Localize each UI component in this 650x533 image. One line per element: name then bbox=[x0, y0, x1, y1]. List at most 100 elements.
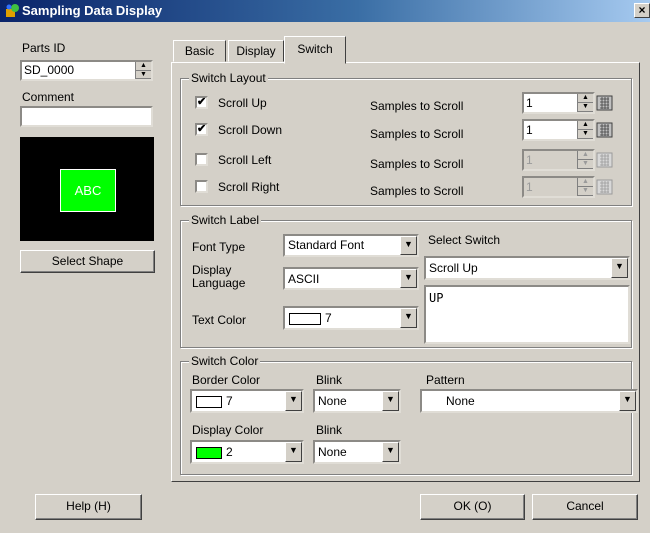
scroll-right-label: Scroll Right bbox=[218, 180, 280, 194]
spin-up-icon[interactable]: ▲ bbox=[578, 151, 593, 160]
comment-label: Comment bbox=[22, 90, 75, 104]
spin-up-icon[interactable]: ▲ bbox=[578, 94, 593, 103]
switch-layout-title: Switch Layout bbox=[189, 71, 268, 85]
border-blink-value: None bbox=[318, 394, 347, 408]
display-language-label: Display Language bbox=[192, 263, 246, 290]
chevron-down-icon[interactable]: ▼ bbox=[400, 308, 417, 328]
chevron-down-icon[interactable]: ▼ bbox=[285, 391, 302, 411]
display-color-value: 2 bbox=[226, 445, 233, 459]
scroll-up-label: Scroll Up bbox=[218, 96, 267, 110]
switch-label-title: Switch Label bbox=[189, 213, 262, 227]
chevron-down-icon[interactable]: ▼ bbox=[400, 269, 417, 288]
spin-down-icon[interactable]: ▼ bbox=[136, 71, 151, 79]
app-icon bbox=[6, 4, 19, 17]
keypad-icon[interactable] bbox=[596, 120, 613, 140]
chevron-down-icon[interactable]: ▼ bbox=[285, 442, 302, 462]
scroll-left-checkbox[interactable] bbox=[195, 153, 208, 166]
parts-id-value: SD_0000 bbox=[24, 63, 75, 77]
scroll-left-spinner[interactable]: ▲ ▼ bbox=[577, 151, 593, 169]
display-language-value: ASCII bbox=[288, 272, 320, 286]
parts-id-field[interactable]: SD_0000 ▲ ▼ bbox=[20, 60, 153, 81]
border-color-label: Border Color bbox=[192, 373, 261, 387]
scroll-down-spinner[interactable]: ▲ ▼ bbox=[577, 121, 593, 139]
spin-up-icon[interactable]: ▲ bbox=[136, 62, 151, 71]
spin-up-icon[interactable]: ▲ bbox=[578, 178, 593, 187]
parts-id-spinner[interactable]: ▲ ▼ bbox=[135, 62, 151, 79]
samples-to-scroll-label: Samples to Scroll bbox=[370, 184, 464, 198]
chevron-down-icon[interactable]: ▼ bbox=[611, 258, 628, 278]
scroll-up-checkbox[interactable]: ✔ bbox=[195, 96, 208, 109]
display-color-label: Display Color bbox=[192, 423, 264, 437]
pattern-value: None bbox=[446, 394, 475, 408]
scroll-right-checkbox[interactable] bbox=[195, 180, 208, 193]
select-switch-label: Select Switch bbox=[428, 233, 501, 247]
comment-field[interactable] bbox=[20, 106, 153, 127]
border-color-dropdown[interactable]: 7 ▼ bbox=[190, 389, 304, 413]
select-switch-value: Scroll Up bbox=[429, 261, 478, 275]
border-color-display: 7 bbox=[196, 394, 233, 408]
chevron-down-icon[interactable]: ▼ bbox=[382, 442, 399, 462]
scroll-left-samples-field[interactable]: 1 ▲ ▼ bbox=[522, 149, 595, 171]
pattern-label: Pattern bbox=[426, 373, 465, 387]
font-type-label: Font Type bbox=[192, 240, 246, 254]
dialog-window: Sampling Data Display × Parts ID SD_0000… bbox=[0, 0, 650, 533]
title-bar[interactable]: Sampling Data Display × bbox=[0, 0, 650, 22]
samples-to-scroll-label: Samples to Scroll bbox=[370, 99, 464, 113]
scroll-down-checkbox[interactable]: ✔ bbox=[195, 123, 208, 136]
keypad-icon[interactable] bbox=[596, 150, 613, 170]
spin-down-icon[interactable]: ▼ bbox=[578, 103, 593, 112]
label-text-value: UP bbox=[429, 291, 444, 305]
chevron-down-icon[interactable]: ▼ bbox=[619, 391, 636, 411]
keypad-icon[interactable] bbox=[596, 93, 613, 113]
help-button[interactable]: Help (H) bbox=[35, 494, 142, 520]
select-shape-button[interactable]: Select Shape bbox=[20, 250, 155, 273]
spin-down-icon[interactable]: ▼ bbox=[578, 160, 593, 169]
close-button[interactable]: × bbox=[634, 3, 650, 18]
text-color-value: 7 bbox=[325, 311, 332, 325]
color-swatch bbox=[196, 395, 222, 408]
blink-label: Blink bbox=[316, 373, 343, 387]
display-color-display: 2 bbox=[196, 445, 233, 459]
display-color-dropdown[interactable]: 2 ▼ bbox=[190, 440, 304, 464]
ok-button[interactable]: OK (O) bbox=[420, 494, 525, 520]
scroll-up-samples-field[interactable]: 1 ▲ ▼ bbox=[522, 92, 595, 114]
text-color-display: 7 bbox=[289, 311, 332, 325]
tab-basic[interactable]: Basic bbox=[173, 40, 226, 62]
spin-up-icon[interactable]: ▲ bbox=[578, 121, 593, 130]
spin-down-icon[interactable]: ▼ bbox=[578, 130, 593, 139]
tab-display[interactable]: Display bbox=[228, 40, 284, 62]
parts-id-label: Parts ID bbox=[22, 41, 66, 55]
switch-color-title: Switch Color bbox=[189, 354, 261, 368]
text-color-dropdown[interactable]: 7 ▼ bbox=[283, 306, 419, 330]
chevron-down-icon[interactable]: ▼ bbox=[382, 391, 399, 411]
display-blink-value: None bbox=[318, 445, 347, 459]
scroll-left-samples-value: 1 bbox=[526, 153, 533, 167]
chevron-down-icon[interactable]: ▼ bbox=[400, 236, 417, 255]
scroll-right-samples-field[interactable]: 1 ▲ ▼ bbox=[522, 176, 595, 198]
scroll-down-samples-field[interactable]: 1 ▲ ▼ bbox=[522, 119, 595, 141]
border-blink-dropdown[interactable]: None ▼ bbox=[313, 389, 401, 413]
pattern-dropdown[interactable]: None ▼ bbox=[420, 389, 638, 413]
samples-to-scroll-label: Samples to Scroll bbox=[370, 157, 464, 171]
tab-switch[interactable]: Switch bbox=[284, 36, 346, 64]
scroll-up-samples-value: 1 bbox=[526, 96, 533, 110]
scroll-down-samples-value: 1 bbox=[526, 123, 533, 137]
font-type-value: Standard Font bbox=[288, 238, 365, 252]
keypad-icon[interactable] bbox=[596, 177, 613, 197]
shape-preview: ABC bbox=[20, 137, 154, 241]
scroll-right-spinner[interactable]: ▲ ▼ bbox=[577, 178, 593, 196]
preview-button: ABC bbox=[60, 169, 116, 212]
spin-down-icon[interactable]: ▼ bbox=[578, 187, 593, 196]
border-color-value: 7 bbox=[226, 394, 233, 408]
scroll-up-spinner[interactable]: ▲ ▼ bbox=[577, 94, 593, 112]
select-switch-dropdown[interactable]: Scroll Up ▼ bbox=[424, 256, 630, 280]
text-color-label: Text Color bbox=[192, 313, 247, 327]
scroll-left-label: Scroll Left bbox=[218, 153, 272, 167]
samples-to-scroll-label: Samples to Scroll bbox=[370, 127, 464, 141]
font-type-dropdown[interactable]: Standard Font ▼ bbox=[283, 234, 419, 257]
label-text-area[interactable]: UP bbox=[424, 285, 630, 344]
display-blink-dropdown[interactable]: None ▼ bbox=[313, 440, 401, 464]
cancel-button[interactable]: Cancel bbox=[532, 494, 638, 520]
scroll-down-label: Scroll Down bbox=[218, 123, 283, 137]
display-language-dropdown[interactable]: ASCII ▼ bbox=[283, 267, 419, 290]
